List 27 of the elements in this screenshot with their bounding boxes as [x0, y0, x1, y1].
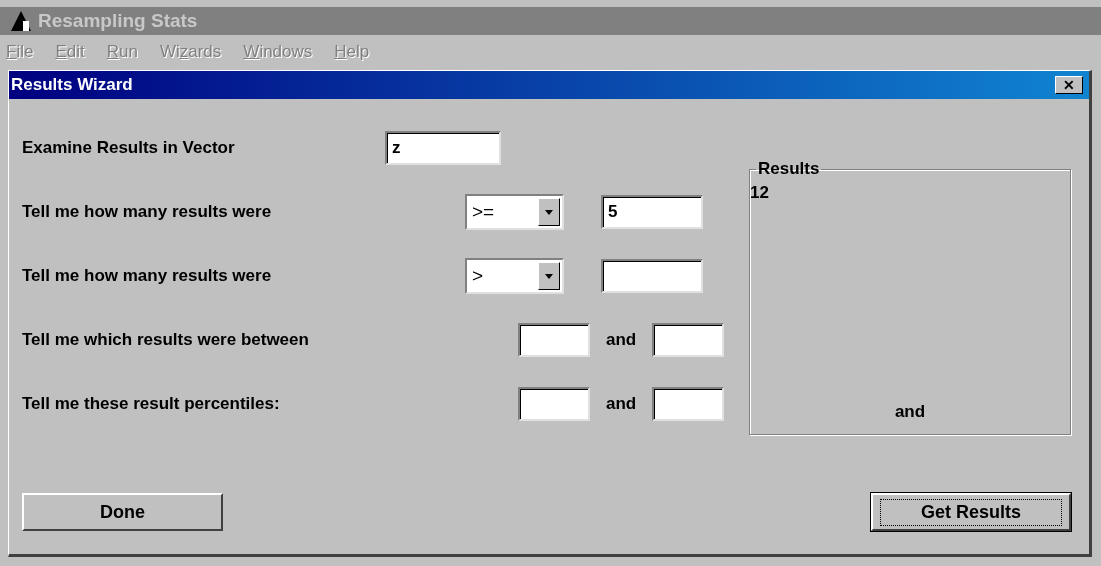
- close-button[interactable]: ✕: [1055, 76, 1083, 94]
- group-title: Results: [757, 159, 821, 179]
- field-label: Tell me which results were between: [22, 330, 310, 350]
- dialog-title: Results Wizard: [11, 75, 133, 95]
- and-label: and: [894, 402, 926, 422]
- input-field[interactable]: [652, 387, 725, 421]
- input-field[interactable]: [518, 323, 590, 357]
- app-title: Resampling Stats: [38, 10, 198, 32]
- input-field[interactable]: [652, 323, 725, 357]
- and-label: and: [606, 330, 637, 350]
- result-value: 12: [750, 183, 769, 202]
- dialog-button[interactable]: Done: [22, 493, 223, 531]
- operator-dropdown[interactable]: >=: [465, 194, 564, 230]
- and-label: and: [606, 394, 637, 414]
- field-label: Tell me how many results were: [22, 202, 273, 222]
- dropdown-arrow-icon: [545, 209, 553, 215]
- input-field[interactable]: z: [385, 131, 501, 165]
- field-label: Tell me these result percentiles:: [22, 394, 281, 414]
- operator-dropdown[interactable]: >: [465, 258, 564, 294]
- input-field[interactable]: 5: [601, 195, 703, 229]
- input-field[interactable]: [601, 259, 703, 293]
- field-label: Tell me how many results were: [22, 266, 273, 286]
- dropdown-arrow-icon: [545, 273, 553, 279]
- dialog-button[interactable]: Get Results: [871, 493, 1071, 531]
- field-label: Examine Results in Vector: [22, 138, 236, 158]
- histogram-icon: [10, 11, 32, 31]
- input-field[interactable]: [518, 387, 590, 421]
